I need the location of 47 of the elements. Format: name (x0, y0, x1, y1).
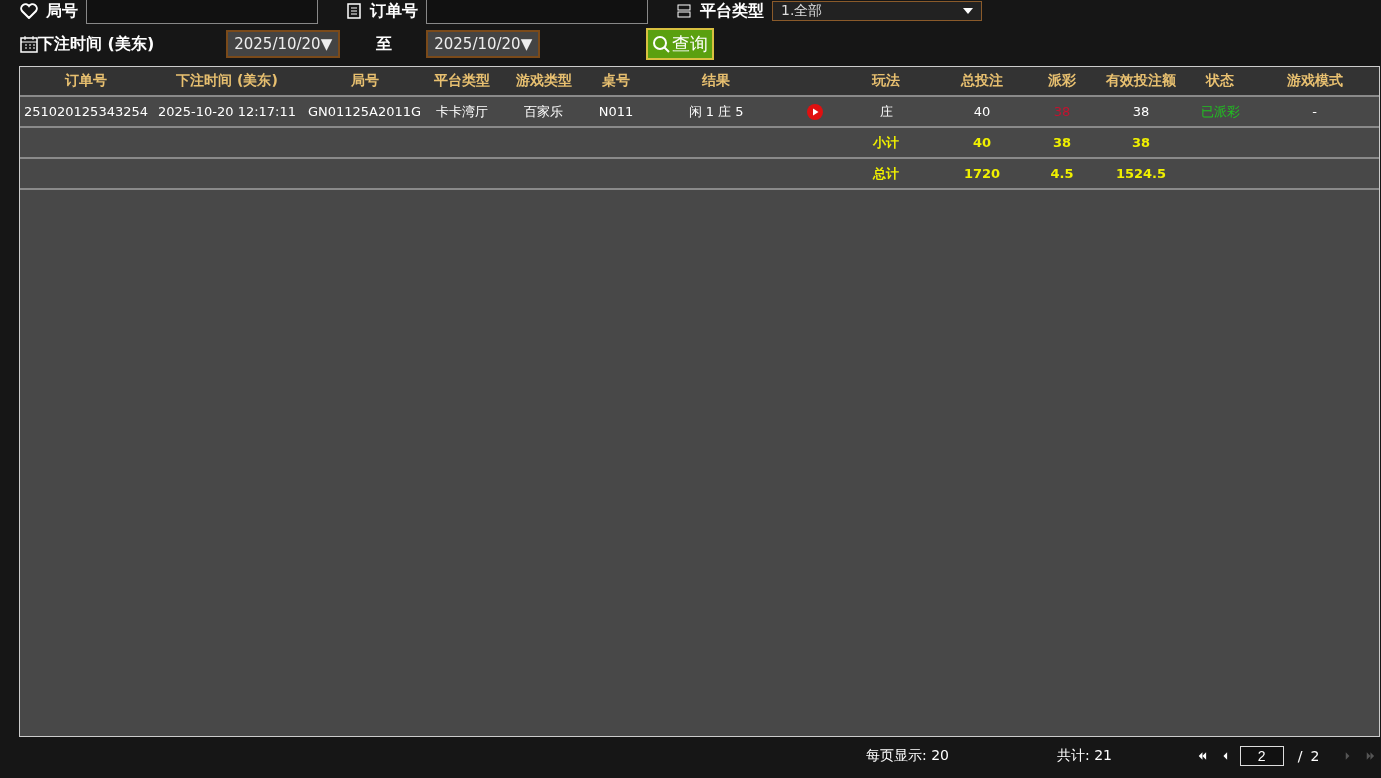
table-cell-text: - (1311, 104, 1318, 119)
table-cell-text: 闲 1 庄 5 (687, 102, 745, 121)
summary-cell-text: 38 (1130, 135, 1152, 150)
page-input[interactable]: 2 (1239, 746, 1284, 766)
table-cell-text: 百家乐 (523, 102, 564, 121)
column-header: 游戏模式 (1285, 72, 1344, 90)
summary-cell-text: 1524.5 (1114, 166, 1168, 181)
table-cell-text: 40 (972, 104, 992, 119)
column-header: 有效投注额 (1105, 72, 1177, 90)
column-header: 局号 (349, 72, 380, 90)
table-cell-text: 已派彩 (1199, 102, 1241, 121)
table-cell-text: 卡卡湾厅 (435, 102, 489, 121)
table-cell-text: 庄 (878, 102, 894, 121)
round-label: 局号 (46, 0, 78, 22)
time-label: 下注时间 (美东) (38, 33, 155, 55)
table-cell-text: N011 (597, 104, 635, 119)
column-header: 桌号 (601, 72, 631, 90)
summary-label: 总计 (871, 164, 900, 183)
column-header: 玩法 (870, 72, 901, 90)
summary-cell-text: 40 (971, 135, 993, 150)
page-separator: / (1297, 748, 1303, 764)
column-header: 游戏类型 (514, 72, 573, 90)
platform-select[interactable]: 1.全部 (772, 1, 982, 21)
column-header: 下注时间 (美东) (175, 72, 279, 90)
table-cell-text: 38 (1131, 104, 1151, 119)
summary-cell-text: 1720 (962, 166, 1002, 181)
column-header: 总投注 (959, 72, 1004, 90)
column-header: 状态 (1204, 72, 1235, 90)
platform-label: 平台类型 (700, 0, 764, 22)
table-cell-text: 251020125343254 (22, 104, 150, 119)
page-total: 2 (1310, 748, 1320, 764)
order-label: 订单号 (370, 0, 418, 22)
table-cell-text: GN01125A2011G (306, 104, 423, 119)
summary-label: 小计 (872, 133, 900, 152)
date-to-picker[interactable]: 2025/10/20▼ (426, 30, 541, 58)
column-header: 派彩 (1047, 72, 1077, 90)
table-cell-text: 38 (1052, 104, 1072, 119)
column-header: 订单号 (63, 72, 108, 90)
summary-cell-text: 38 (1051, 135, 1073, 150)
table-cell-text: 2025-10-20 12:17:11 (156, 104, 298, 119)
total-count-text: 共计: 21 (1057, 747, 1112, 765)
summary-cell-text: 4.5 (1049, 166, 1075, 181)
to-label: 至 (376, 33, 393, 55)
date-from-picker[interactable]: 2025/10/20▼ (226, 30, 341, 58)
column-header: 平台类型 (433, 72, 491, 90)
page-size-text: 每页显示: 20 (866, 747, 949, 765)
column-header: 结果 (701, 72, 731, 90)
